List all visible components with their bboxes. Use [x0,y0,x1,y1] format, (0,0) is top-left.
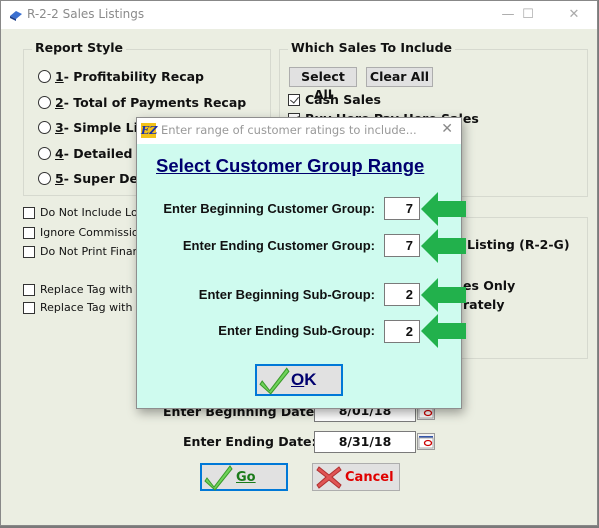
radio-option-1[interactable]: 1 - Profitability Recap [38,69,204,84]
radio-circle[interactable] [38,121,51,134]
go-button[interactable]: Go [200,463,288,491]
ending-customer-group-label: Enter Ending Customer Group: [182,238,375,253]
maximize-button[interactable]: ☐ [505,1,551,29]
checkbox-cash-sales[interactable]: Cash Sales [288,92,381,107]
checkbox-replace-tag-g[interactable]: Replace Tag with G [23,301,144,314]
dialog-title: Enter range of customer ratings to inclu… [161,123,417,137]
listing-option-label: Listing (R-2-G) [467,237,570,252]
checkbox[interactable] [23,301,35,314]
green-arrow-icon [421,229,466,263]
radio-option-5[interactable]: 5 - Super Det [38,171,144,186]
report-style-title: Report Style [32,40,127,55]
checkbox-label: Replace Tag with G [40,301,145,314]
option-label: - Simple Lis [63,120,146,135]
ending-date-input[interactable]: 8/31/18 [314,431,416,453]
checkbox[interactable] [23,226,35,239]
option-key: 3 [55,120,64,135]
separately-label: rately [463,297,505,312]
app-icon [10,11,22,21]
close-button[interactable]: ✕ [551,1,597,29]
ending-customer-group-input[interactable]: 7 [384,234,420,257]
cancel-button[interactable]: Cancel [312,463,400,491]
radio-circle[interactable] [38,70,51,83]
radio-option-2[interactable]: 2 - Total of Payments Recap [38,95,246,110]
beginning-customer-group-input[interactable]: 7 [384,197,420,220]
ending-sub-group-label: Enter Ending Sub-Group: [218,323,375,338]
sales-only-label: es Only [463,278,516,293]
beginning-customer-group-label: Enter Beginning Customer Group: [163,201,375,216]
option-label: - Total of Payments Recap [63,95,247,110]
green-arrow-icon [421,278,466,312]
which-sales-title: Which Sales To Include [288,40,455,55]
checkbox-ignore-commission[interactable]: Ignore Commission [23,226,146,239]
beginning-sub-group-input[interactable]: 2 [384,283,420,306]
radio-circle[interactable] [38,96,51,109]
ending-date-label: Enter Ending Date: [183,434,317,449]
checkbox-label: Do Not Include Lot [40,206,142,219]
checkbox-label: Do Not Print Finan [40,245,140,258]
x-icon [316,466,342,489]
ending-calendar-button[interactable] [417,433,435,450]
checkbox-label: Cash Sales [305,92,381,107]
green-arrow-icon [421,192,466,226]
ok-button[interactable]: OK [255,364,343,396]
dialog-title-bar: EZ Enter range of customer ratings to in… [137,118,461,144]
green-arrow-icon [421,314,466,348]
beginning-sub-group-label: Enter Beginning Sub-Group: [198,287,375,302]
checkbox-do-not-include-lot[interactable]: Do Not Include Lot [23,206,142,219]
checkmark-icon [204,465,233,491]
radio-option-4[interactable]: 4 - Detailed L [38,146,145,161]
select-all-button[interactable]: Select All [289,67,357,102]
checkmark-icon [259,367,290,395]
ok-label: OK [291,370,317,389]
option-key: 5 [55,171,64,186]
option-key: 2 [55,95,64,110]
option-key: 1 [55,69,64,84]
checkbox[interactable] [23,283,35,296]
clear-all-button[interactable]: Clear All [366,67,433,87]
checkbox-label: Replace Tag with Te [40,283,148,296]
radio-circle[interactable] [38,172,51,185]
customer-group-dialog: EZ Enter range of customer ratings to in… [136,117,466,409]
checkbox-do-not-print-finance[interactable]: Do Not Print Finan [23,245,140,258]
option-key: 4 [55,146,64,161]
option-label: - Super Det [63,171,144,186]
cancel-label: Cancel [345,469,394,485]
go-label: Go [236,469,256,485]
dialog-close-button[interactable]: ✕ [441,121,453,137]
ending-sub-group-input[interactable]: 2 [384,320,420,343]
checkbox[interactable] [23,245,35,258]
option-label: - Detailed L [63,146,145,161]
dialog-heading: Select Customer Group Range [156,155,425,176]
radio-option-3[interactable]: 3 - Simple Lis [38,120,145,135]
checkbox-replace-tag-te[interactable]: Replace Tag with Te [23,283,148,296]
checkbox[interactable] [23,206,35,219]
title-bar: R-2-2 Sales Listings — ☐ ✕ [1,1,597,29]
radio-circle[interactable] [38,147,51,160]
checkbox[interactable] [288,93,300,106]
checkbox-label: Ignore Commission [40,226,146,239]
ez-app-icon: EZ [141,123,158,138]
option-label: - Profitability Recap [63,69,205,84]
window-title: R-2-2 Sales Listings [27,7,145,21]
calendar-icon [418,436,434,449]
